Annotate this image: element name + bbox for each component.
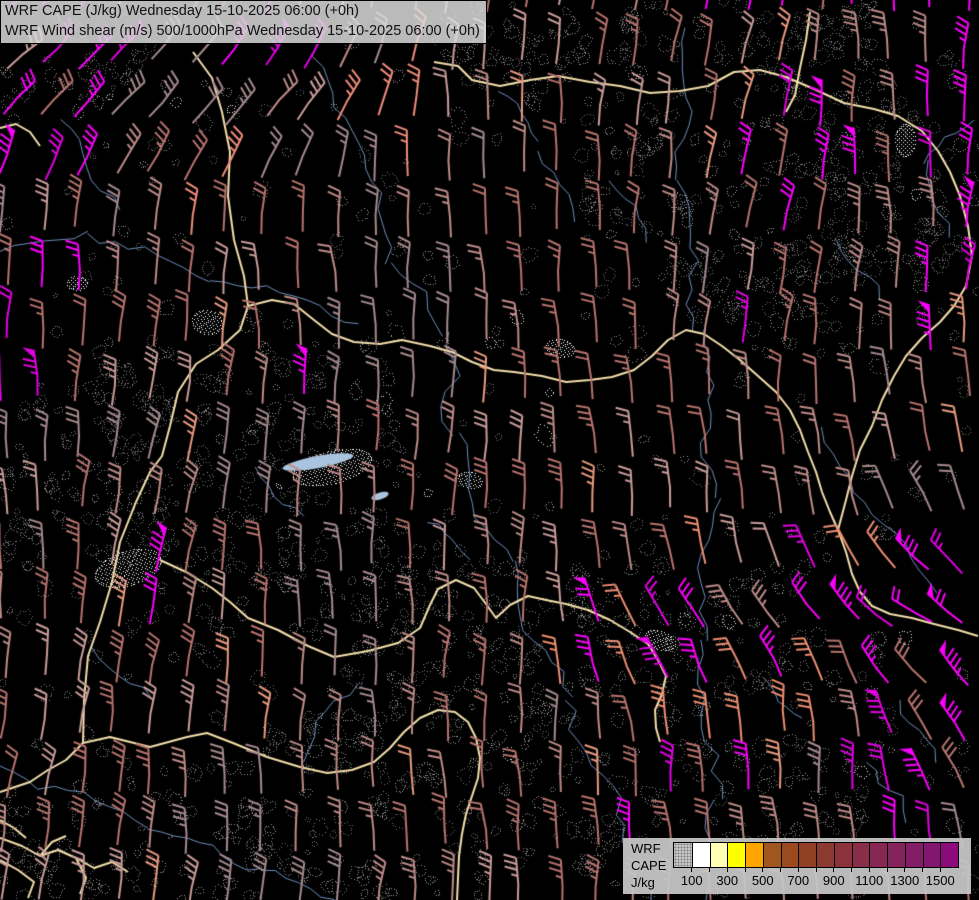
legend-swatch-8: [816, 843, 834, 867]
legend-tick-label-1300: 1300: [890, 873, 920, 888]
legend-tick-label-100: 100: [680, 873, 703, 888]
legend-swatch-0: [674, 843, 692, 867]
legend-swatch-1: [691, 843, 710, 867]
legend-tick: [886, 867, 888, 872]
legend-tick: [726, 867, 728, 872]
weather-map-canvas: [0, 0, 979, 900]
legend-swatch-9: [833, 843, 852, 867]
legend-tick-label-300: 300: [716, 873, 739, 888]
legend-color-bar: [673, 842, 959, 868]
map-title-overlay: WRF CAPE (J/kg) Wednesday 15-10-2025 06:…: [0, 0, 487, 44]
legend-label-column: WRF CAPE J/kg: [631, 840, 666, 891]
title-line-windshear: WRF Wind shear (m/s) 500/1000hPa Wednesd…: [5, 23, 480, 39]
legend-tick: [851, 867, 852, 872]
cape-legend: WRF CAPE J/kg 100 300 500 700 900 1100 1300 150…: [623, 838, 971, 894]
legend-tick: [762, 867, 764, 872]
legend-swatch-7: [798, 843, 816, 867]
legend-swatch-3: [727, 843, 745, 867]
legend-tick-label-1100: 1100: [855, 873, 884, 888]
legend-tick: [797, 867, 799, 872]
legend-swatch-14: [922, 843, 941, 867]
legend-tick: [922, 867, 923, 872]
title-line-cape: WRF CAPE (J/kg) Wednesday 15-10-2025 06:…: [5, 3, 359, 19]
legend-tick: [904, 867, 906, 872]
legend-swatch-13: [904, 843, 923, 867]
legend-tick: [709, 867, 710, 872]
legend-tick: [815, 867, 817, 872]
legend-swatch-10: [851, 843, 870, 867]
legend-swatch-11: [869, 843, 887, 867]
legend-tick: [744, 867, 746, 872]
legend-tick-label-1500: 1500: [925, 873, 955, 888]
legend-unit-label: J/kg: [631, 875, 655, 890]
legend-tick: [939, 867, 941, 872]
legend-tick-label-900: 900: [822, 873, 845, 888]
legend-swatch-4: [745, 843, 763, 867]
legend-tick-label-700: 700: [787, 873, 810, 888]
legend-swatch-12: [887, 843, 905, 867]
legend-variable-label: CAPE: [631, 858, 667, 873]
legend-tick: [691, 867, 693, 872]
legend-tick: [868, 867, 870, 872]
legend-tick-label-500: 500: [751, 873, 774, 888]
legend-swatch-6: [780, 843, 799, 867]
legend-tick: [780, 867, 781, 872]
legend-swatch-15: [940, 843, 958, 867]
legend-swatch-5: [762, 843, 781, 867]
weather-map-viewport: WRF CAPE (J/kg) Wednesday 15-10-2025 06:…: [0, 0, 979, 900]
legend-tick: [833, 867, 835, 872]
legend-swatch-2: [709, 843, 728, 867]
legend-model-label: WRF: [631, 841, 661, 856]
